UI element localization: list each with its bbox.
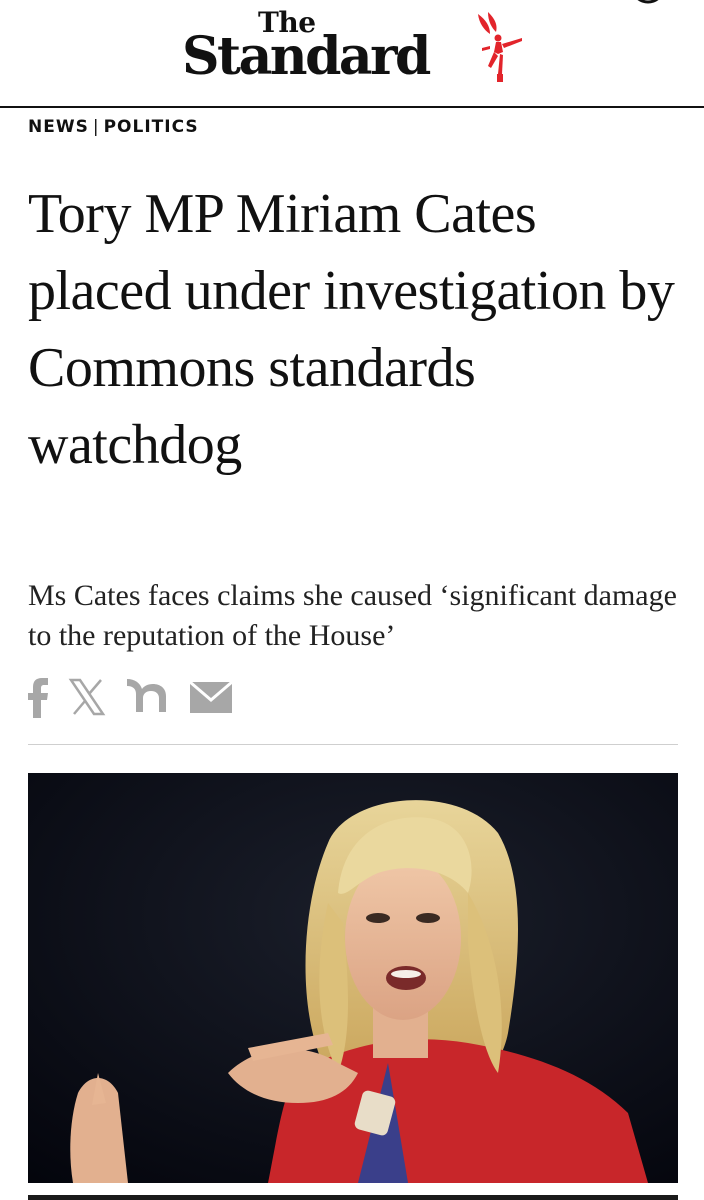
email-icon: [189, 680, 233, 713]
share-divider: [28, 744, 678, 745]
breadcrumb-news[interactable]: NEWS: [28, 117, 89, 137]
next-content-strip: [28, 1195, 678, 1200]
article-headline: Tory MP Miriam Cates placed under invest…: [28, 183, 675, 476]
nextdoor-icon: [127, 679, 166, 712]
article-standfirst: Ms Cates faces claims she caused ‘signif…: [28, 579, 677, 652]
site-header: The Standard: [0, 0, 704, 108]
eros-statue-icon: [478, 12, 522, 82]
account-icon[interactable]: [628, 0, 668, 6]
share-facebook-button[interactable]: [26, 676, 50, 718]
share-nextdoor-button[interactable]: [124, 676, 170, 718]
share-x-button[interactable]: [68, 676, 106, 718]
hero-image[interactable]: [28, 773, 678, 1183]
facebook-icon: [28, 678, 48, 718]
share-bar: [26, 676, 234, 718]
breadcrumb: NEWS | POLITICS: [28, 117, 199, 137]
logo-wordmark: Standard: [182, 26, 431, 87]
site-logo[interactable]: The Standard: [182, 6, 522, 96]
breadcrumb-separator: |: [92, 117, 100, 137]
hero-photo: [28, 773, 678, 1183]
breadcrumb-politics[interactable]: POLITICS: [104, 117, 199, 137]
share-email-button[interactable]: [188, 676, 234, 718]
x-icon: [68, 678, 106, 716]
